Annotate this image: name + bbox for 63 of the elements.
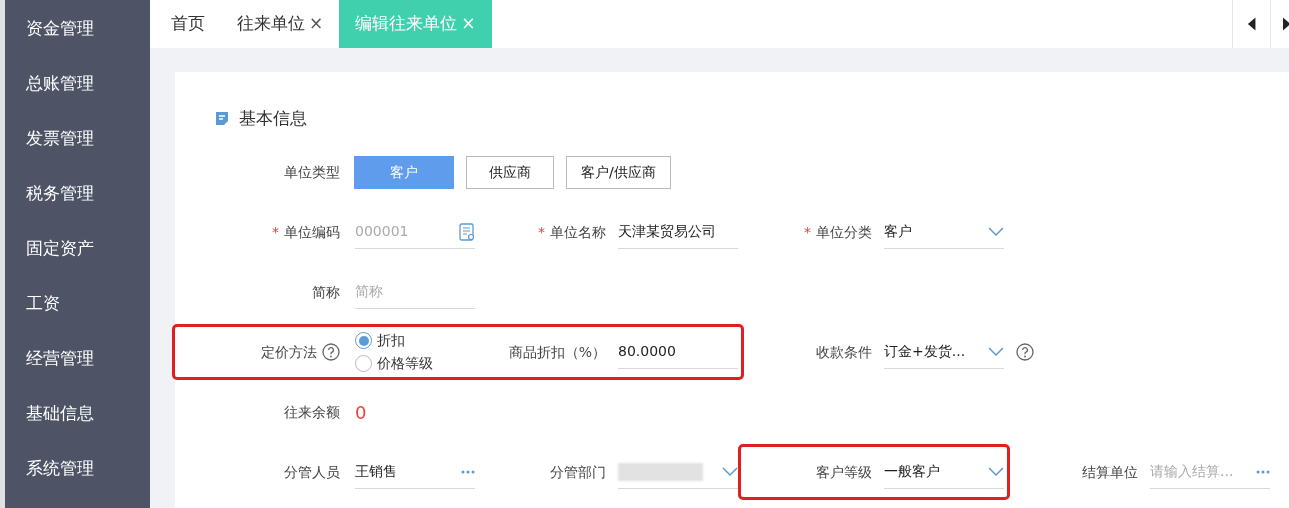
field-label: 商品折扣（%）: [508, 342, 606, 362]
required-mark: *: [538, 222, 545, 242]
select-field[interactable]: 订金+发货...: [884, 335, 1004, 369]
text-field[interactable]: 80.0000: [618, 335, 738, 369]
sidebar-item[interactable]: 基础信息: [5, 394, 150, 449]
field-label: 单位分类: [816, 222, 872, 242]
chevron-down-icon: [988, 346, 1004, 357]
more-icon[interactable]: [461, 469, 475, 474]
field-value: 订金+发货...: [884, 342, 966, 361]
required-mark: *: [272, 222, 279, 242]
select-field[interactable]: 一般客户: [884, 455, 1004, 489]
help-icon[interactable]: [1016, 343, 1034, 361]
sidebar-item[interactable]: 总账管理: [5, 64, 150, 119]
document-icon[interactable]: [459, 222, 475, 241]
radio-option[interactable]: 价格等级: [355, 353, 433, 374]
form-icon: [215, 111, 229, 126]
field-label: 单位类型: [284, 162, 340, 182]
section-title: 基本信息: [239, 106, 307, 130]
more-icon[interactable]: [1256, 469, 1270, 474]
chevron-down-icon: [988, 466, 1004, 477]
radio-option[interactable]: 折扣: [355, 330, 433, 351]
select-field[interactable]: 客户: [884, 215, 1004, 249]
sidebar-item[interactable]: 发票管理: [5, 119, 150, 174]
tab[interactable]: 首页: [155, 0, 221, 48]
field-label: 定价方法: [261, 342, 317, 362]
sidebar-item[interactable]: 资金管理: [5, 9, 150, 64]
text-field[interactable]: 天津某贸易公司: [618, 215, 738, 249]
sidebar-item[interactable]: 系统管理: [5, 449, 150, 504]
field-label: 分管人员: [284, 462, 340, 482]
field-label: 客户等级: [816, 462, 872, 482]
field-label: 收款条件: [816, 342, 872, 362]
chevron-down-icon: [722, 466, 738, 477]
chevron-down-icon: [988, 226, 1004, 237]
field-label: 往来余额: [284, 402, 340, 422]
sidebar-item[interactable]: 税务管理: [5, 174, 150, 229]
help-icon[interactable]: [322, 343, 340, 361]
field-label: 分管部门: [550, 462, 606, 482]
field-label: 结算单位: [1082, 462, 1138, 482]
field-value: 一般客户: [884, 462, 940, 481]
type-option[interactable]: 供应商: [466, 155, 554, 189]
balance-value: 0: [355, 400, 367, 425]
field-label: 简称: [312, 282, 340, 302]
scroll-left-icon[interactable]: [1247, 17, 1257, 31]
lookup-field[interactable]: 王销售: [355, 455, 475, 489]
sidebar-item[interactable]: 工资: [5, 284, 150, 339]
field-value: 80.0000: [618, 342, 676, 361]
field-label: 单位名称: [550, 222, 606, 242]
field-value: 天津某贸易公司: [618, 222, 716, 241]
field-label: 单位编码: [284, 222, 340, 242]
tab[interactable]: 往来单位 ×: [221, 0, 340, 48]
field-placeholder: 简称: [355, 282, 383, 301]
scroll-right-icon[interactable]: [1283, 17, 1289, 31]
field-value: 王销售: [355, 462, 397, 481]
sidebar-item[interactable]: 经营管理: [5, 339, 150, 394]
field-placeholder: 请输入结算...: [1150, 462, 1234, 481]
field-placeholder: 000001: [355, 222, 409, 241]
field-value: 客户: [884, 222, 912, 241]
close-tab-button[interactable]: ×: [309, 11, 324, 37]
sidebar-item[interactable]: 固定资产: [5, 229, 150, 284]
radio-label: 价格等级: [377, 354, 433, 373]
radio-label: 折扣: [377, 331, 405, 350]
required-mark: *: [804, 222, 811, 242]
type-option[interactable]: 客户/供应商: [566, 155, 671, 189]
